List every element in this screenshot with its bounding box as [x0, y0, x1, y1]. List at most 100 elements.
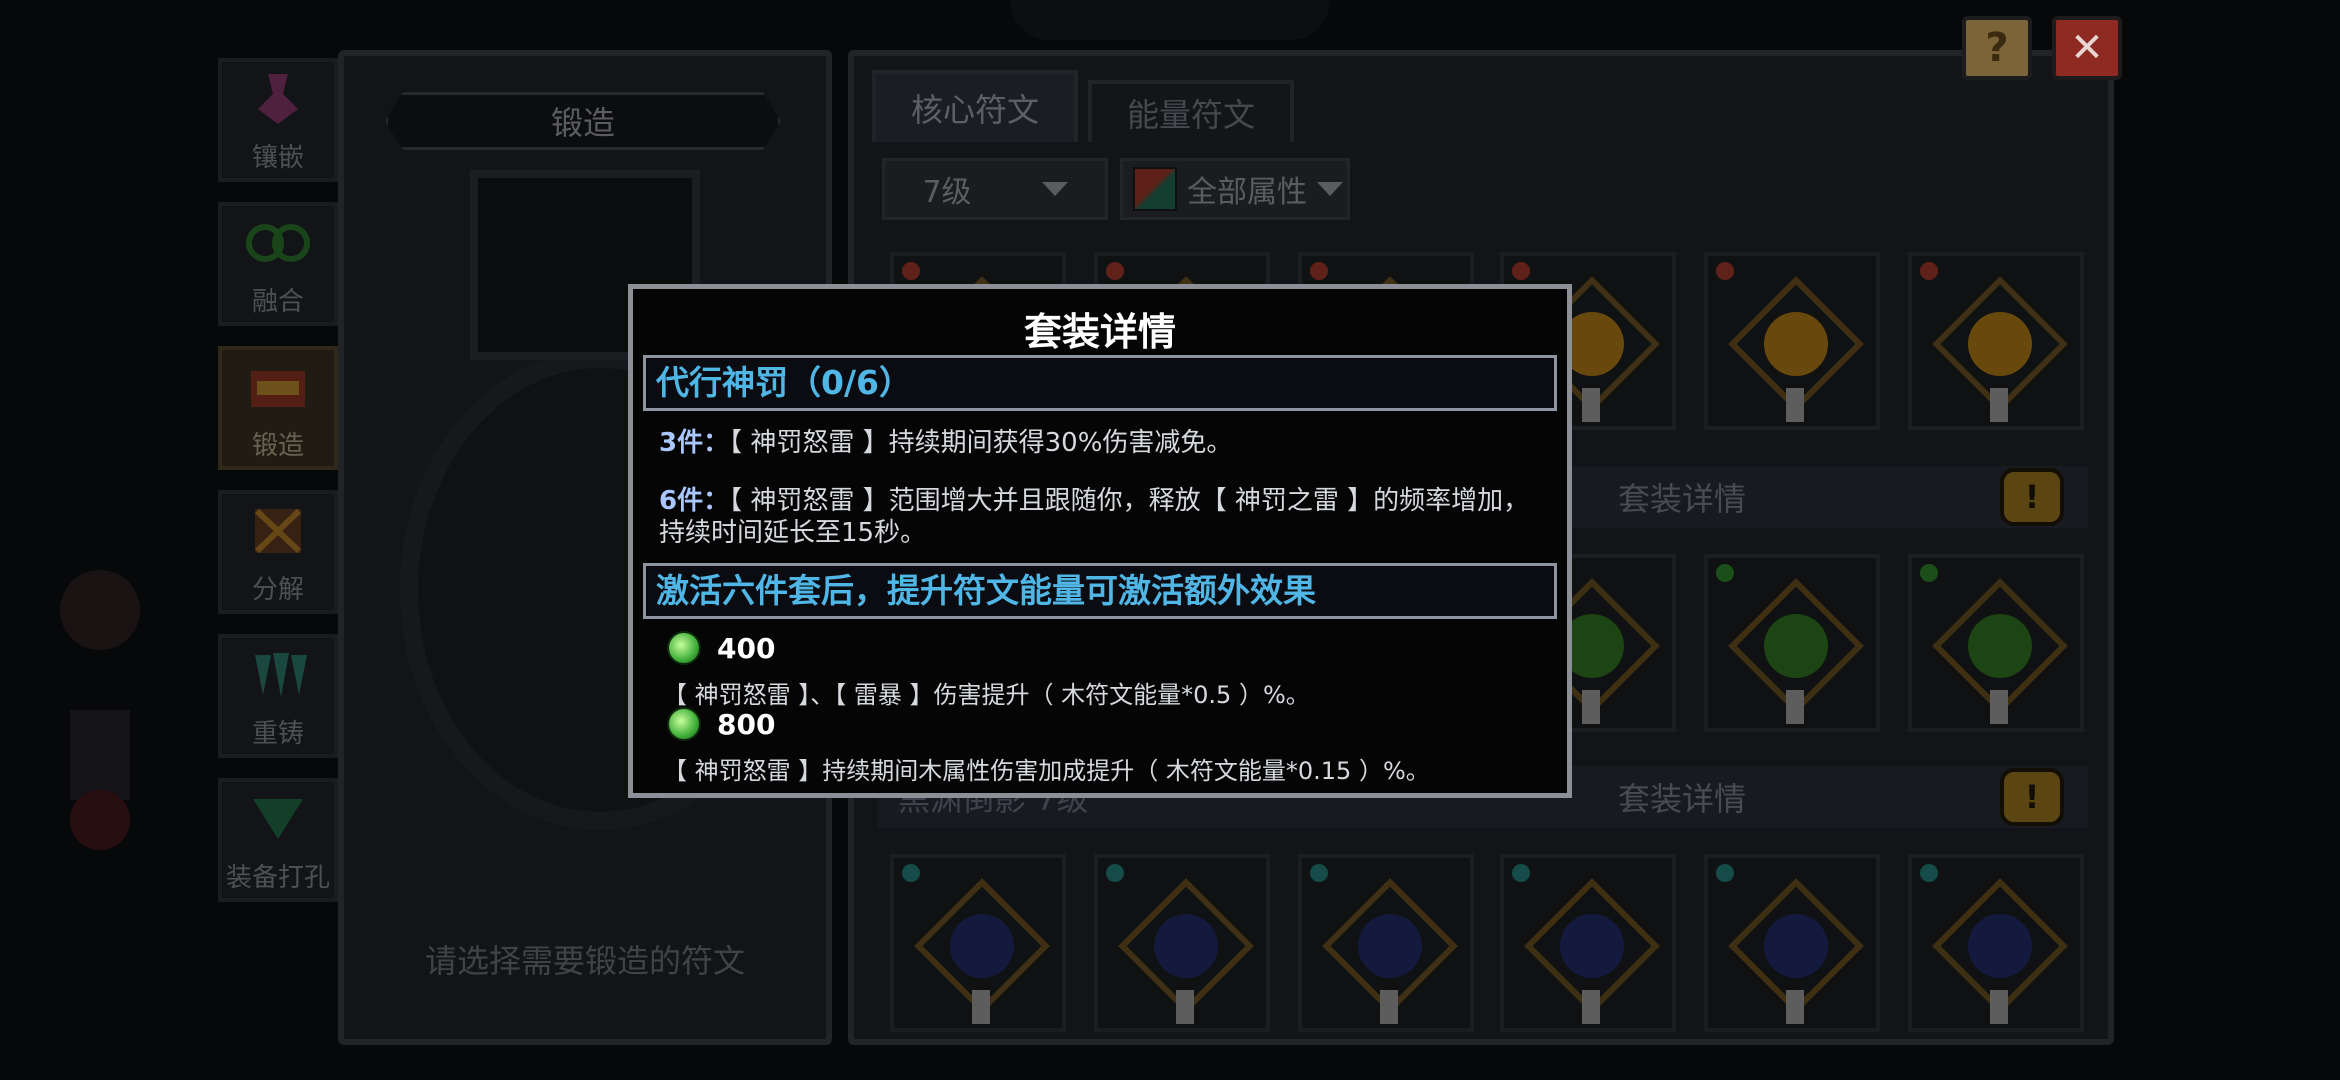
rune-tail	[1582, 388, 1600, 422]
rune-tail	[1582, 690, 1600, 724]
tab-label: 重铸	[251, 719, 304, 749]
tab-label: 锻造	[251, 431, 304, 461]
forge-title: 锻造	[385, 92, 781, 150]
exclamation-icon[interactable]: !	[2000, 468, 2064, 526]
rune-icon	[950, 914, 1014, 978]
rune-slot[interactable]	[1704, 252, 1880, 430]
attribute-gem-icon	[1716, 262, 1734, 280]
rune-icon	[1560, 914, 1624, 978]
energy-threshold-400: 400	[667, 631, 775, 665]
energy-bonus-desc: 【 神罚怒雷 】持续期间木属性伤害加成提升（ 木符文能量*0.15 ）%。	[663, 757, 1430, 785]
extra-effect-header: 激活六件套后，提升符文能量可激活额外效果	[643, 563, 1557, 619]
attribute-filter-dropdown[interactable]: 全部属性	[1120, 158, 1350, 220]
rune-icon	[1968, 914, 2032, 978]
background-glow	[1010, 0, 1330, 40]
background-character	[60, 570, 140, 850]
energy-threshold-800: 800	[667, 707, 775, 741]
tab-label: 镶嵌	[251, 143, 304, 173]
rune-tail	[1786, 690, 1804, 724]
rune-icon	[1968, 312, 2032, 376]
rune-tail	[972, 990, 990, 1024]
rune-slot[interactable]	[1500, 854, 1676, 1032]
attribute-gem-icon	[1106, 262, 1124, 280]
rune-tail	[1380, 990, 1398, 1024]
effect-text: 【 神罚怒雷 】范围增大并且跟随你，释放【 神罚之雷 】的频率增加，持续时间延长…	[659, 486, 1530, 548]
fusion-icon	[246, 224, 310, 262]
energy-bonus-desc: 【 神罚怒雷 】、【 雷暴 】伤害提升（ 木符文能量*0.5 ）%。	[663, 681, 1310, 709]
rune-tail	[1176, 990, 1194, 1024]
tab-label: 分解	[251, 575, 304, 605]
tab-label: 装备打孔	[225, 863, 330, 893]
level-filter-dropdown[interactable]: 7级	[882, 158, 1108, 220]
rune-tail	[1582, 990, 1600, 1024]
attribute-gem-icon	[902, 864, 920, 882]
tab-recast[interactable]: 重铸	[218, 634, 338, 758]
set-detail-label: 套装详情	[1618, 480, 1747, 518]
attribute-gem-icon	[1920, 564, 1938, 582]
inlay-icon	[258, 74, 298, 124]
modal-title: 套装详情	[1023, 310, 1176, 354]
socket-punch-icon	[253, 799, 303, 839]
rune-slot[interactable]	[1908, 252, 2084, 430]
rune-slot[interactable]	[890, 854, 1066, 1032]
tab-forge[interactable]: 锻造	[218, 346, 338, 470]
energy-value: 800	[717, 707, 776, 741]
attribute-gem-icon	[902, 262, 920, 280]
attribute-gem-icon	[1920, 262, 1938, 280]
set-detail-label: 套装详情	[1618, 780, 1747, 818]
rune-icon	[1154, 914, 1218, 978]
forge-icon	[251, 371, 305, 407]
rune-icon	[1968, 614, 2032, 678]
wood-energy-icon	[667, 631, 701, 665]
set-detail-modal: 套装详情 代行神罚（0/6） 3件：【 神罚怒雷 】持续期间获得30%伤害减免。…	[628, 284, 1572, 798]
rune-tail	[1990, 690, 2008, 724]
tab-decompose[interactable]: 分解	[218, 490, 338, 614]
attribute-gem-icon	[1716, 864, 1734, 882]
rune-icon	[1358, 914, 1422, 978]
attribute-gem-icon	[1716, 564, 1734, 582]
rune-slot[interactable]	[1908, 554, 2084, 732]
attribute-gem-icon	[1310, 262, 1328, 280]
rune-icon	[1764, 614, 1828, 678]
level-filter-value: 7级	[922, 175, 972, 210]
close-button[interactable]: ✕	[2052, 16, 2122, 80]
attribute-filter-value: 全部属性	[1187, 175, 1307, 210]
help-button[interactable]: ?	[1962, 16, 2032, 80]
tab-socket-punch[interactable]: 装备打孔	[218, 778, 338, 902]
effect-key: 3件：	[659, 428, 730, 458]
tab-core-runes[interactable]: 核心符文	[872, 70, 1078, 142]
rune-slot[interactable]	[1704, 854, 1880, 1032]
set-name-header: 代行神罚（0/6）	[643, 355, 1557, 411]
effect-key: 6件：	[659, 486, 730, 516]
attribute-gem-icon	[1512, 864, 1530, 882]
rune-tail	[1990, 990, 2008, 1024]
energy-value: 400	[717, 631, 776, 665]
rune-slot[interactable]	[1094, 854, 1270, 1032]
rune-slot[interactable]	[1704, 554, 1880, 732]
rune-slot[interactable]	[1908, 854, 2084, 1032]
attribute-gem-icon	[1920, 864, 1938, 882]
rune-slot[interactable]	[1298, 854, 1474, 1032]
forge-hint: 请选择需要锻造的符文	[424, 942, 745, 980]
wood-energy-icon	[667, 707, 701, 741]
rune-icon	[1764, 312, 1828, 376]
effect-text: 【 神罚怒雷 】持续期间获得30%伤害减免。	[729, 428, 1233, 458]
rune-tail	[1786, 990, 1804, 1024]
attribute-gem-icon	[1512, 262, 1530, 280]
chevron-down-icon	[1041, 182, 1068, 196]
exclamation-icon[interactable]: !	[2000, 768, 2064, 826]
decompose-icon	[254, 508, 302, 554]
attribute-gem-icon	[1310, 864, 1328, 882]
tab-inlay[interactable]: 镶嵌	[218, 58, 338, 182]
tab-label: 融合	[251, 287, 304, 317]
tab-energy-runes[interactable]: 能量符文	[1088, 80, 1294, 142]
attribute-gem-icon	[1106, 864, 1124, 882]
set-effect-3: 3件：【 神罚怒雷 】持续期间获得30%伤害减免。	[659, 427, 1549, 459]
chevron-down-icon	[1317, 182, 1343, 196]
rune-tail	[1990, 388, 2008, 422]
set-effect-6: 6件：【 神罚怒雷 】范围增大并且跟随你，释放【 神罚之雷 】的频率增加，持续时…	[659, 485, 1549, 549]
attribute-icon	[1133, 167, 1177, 211]
rune-tail	[1786, 388, 1804, 422]
tab-fusion[interactable]: 融合	[218, 202, 338, 326]
rune-icon	[1764, 914, 1828, 978]
